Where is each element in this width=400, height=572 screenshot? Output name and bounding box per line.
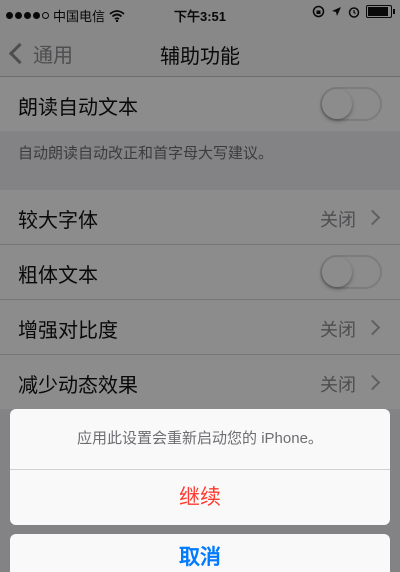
cancel-button[interactable]: 取消 bbox=[10, 534, 390, 572]
cancel-sheet: 取消 bbox=[10, 534, 390, 572]
continue-button[interactable]: 继续 bbox=[10, 470, 390, 525]
action-sheet-message: 应用此设置会重新启动您的 iPhone。 bbox=[10, 409, 390, 470]
settings-screen: 中国电信 下午3:51 通用 辅助功能 朗读自动文本 自动朗读自动改正和首字母大… bbox=[0, 0, 400, 572]
action-sheet: 应用此设置会重新启动您的 iPhone。 继续 bbox=[10, 409, 390, 525]
